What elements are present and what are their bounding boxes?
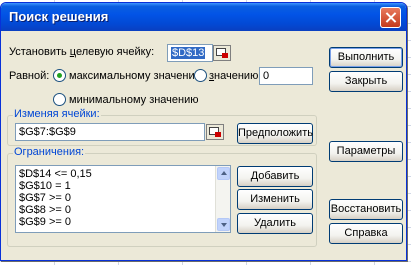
- guess-button[interactable]: Предположить: [237, 123, 313, 144]
- value-of-label-rest: начению:: [214, 70, 262, 82]
- constraints-scrollbar[interactable]: [215, 166, 230, 232]
- solver-dialog: Поиск решения Установить целевую ячейку:…: [0, 2, 407, 261]
- value-of-input[interactable]: 0: [259, 67, 313, 85]
- target-cell-value: $D$13: [171, 47, 206, 59]
- close-button[interactable]: Закрыть: [329, 71, 403, 92]
- target-cell-label-b: елевую ячейку:: [75, 46, 155, 58]
- max-radio-label[interactable]: максимальному значению: [69, 70, 203, 82]
- target-cell-label-a: Установить: [9, 46, 70, 58]
- max-radio[interactable]: [53, 69, 66, 82]
- list-item[interactable]: $G$8 >= 0: [16, 204, 230, 216]
- list-item[interactable]: $G$10 = 1: [16, 180, 230, 192]
- constraints-list[interactable]: $D$14 <= 0,15 $G$10 = 1 $G$7 >= 0 $G$8 >…: [15, 165, 231, 233]
- list-item[interactable]: $G$7 >= 0: [16, 192, 230, 204]
- close-icon[interactable]: [380, 7, 401, 28]
- reset-button[interactable]: Восстановить: [329, 199, 403, 220]
- scroll-up-icon[interactable]: [217, 167, 230, 180]
- collapse-dialog-target-icon[interactable]: [213, 45, 231, 61]
- equal-to-label: Равной:: [9, 70, 50, 82]
- min-radio[interactable]: [53, 93, 66, 106]
- value-of-label[interactable]: значению:: [209, 70, 261, 82]
- target-cell-input[interactable]: $D$13: [167, 44, 213, 62]
- collapse-dialog-changing-icon[interactable]: [206, 124, 224, 140]
- title-bar: Поиск решения: [1, 3, 406, 31]
- changing-cells-input[interactable]: $G$7:$G$9: [15, 123, 205, 141]
- delete-constraint-button[interactable]: Удалить: [237, 213, 313, 234]
- scroll-down-icon[interactable]: [217, 218, 230, 231]
- dialog-title: Поиск решения: [9, 9, 109, 24]
- changing-cells-title: Изменяя ячейки:: [13, 108, 101, 120]
- target-cell-label: Установить целевую ячейку:: [9, 46, 154, 58]
- options-button[interactable]: Параметры: [329, 141, 403, 162]
- help-button[interactable]: Справка: [329, 223, 403, 244]
- list-item[interactable]: $D$14 <= 0,15: [16, 168, 230, 180]
- constraints-title: Ограничения:: [13, 146, 86, 158]
- min-radio-label[interactable]: минимальному значению: [69, 94, 199, 106]
- list-item[interactable]: $G$9 >= 0: [16, 216, 230, 228]
- change-constraint-button[interactable]: Изменить: [237, 189, 313, 210]
- solve-button[interactable]: Выполнить: [329, 47, 403, 68]
- add-constraint-button[interactable]: Добавить: [237, 166, 313, 187]
- value-of-radio[interactable]: [194, 69, 207, 82]
